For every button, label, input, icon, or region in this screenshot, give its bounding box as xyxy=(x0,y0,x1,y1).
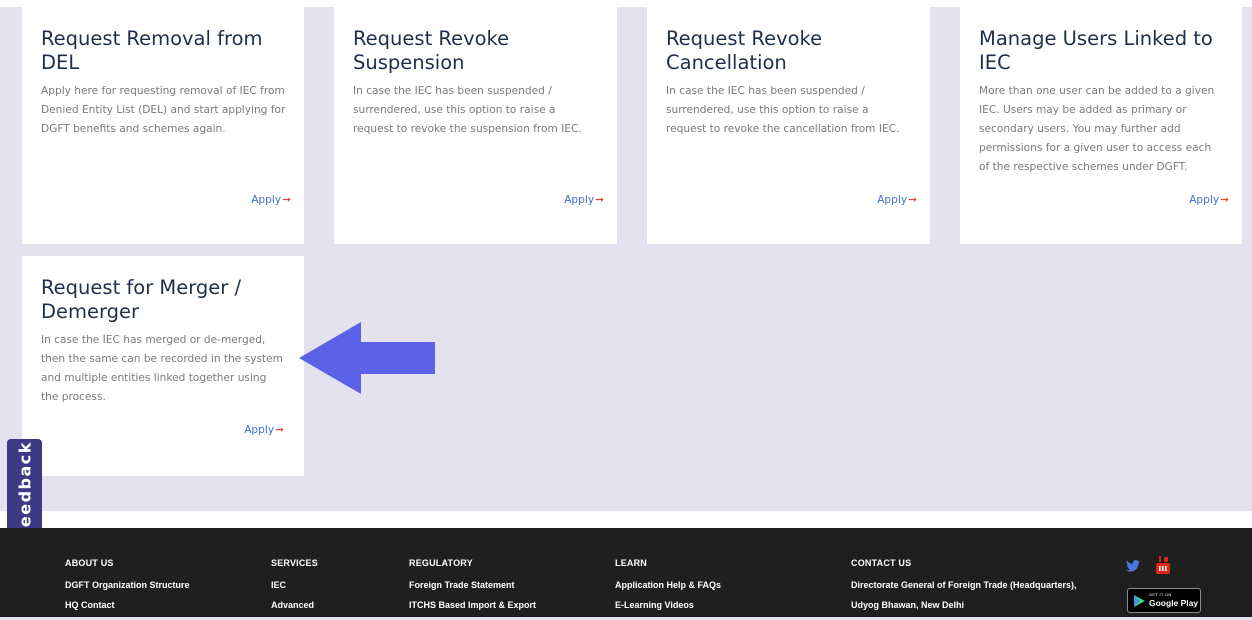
footer-link[interactable]: Advanced xyxy=(271,600,318,610)
page-bottom-strip xyxy=(0,511,1252,528)
card-description: In case the IEC has merged or de-merged,… xyxy=(41,334,283,403)
footer-heading: SERVICES xyxy=(271,558,318,568)
google-play-label: Google Play xyxy=(1149,598,1199,608)
footer: ABOUT US DGFT Organization Structure HQ … xyxy=(0,528,1252,617)
footer-heading: ABOUT US xyxy=(65,558,114,568)
arrow-right-icon: ➞ xyxy=(908,194,917,206)
footer-heading: CONTACT US xyxy=(851,558,912,568)
card-request-for-merger-demerger: Request for Merger / Demerger In case th… xyxy=(22,256,304,476)
card-request-revoke-cancellation: Request Revoke Cancellation In case the … xyxy=(647,7,930,244)
annotation-arrow-left-icon xyxy=(299,322,435,394)
twitter-icon[interactable] xyxy=(1126,560,1140,572)
arrow-right-icon: ➞ xyxy=(275,424,284,436)
footer-link[interactable]: ITCHS Based Import & Export xyxy=(409,600,536,610)
footer-column-regulatory: REGULATORY Foreign Trade Statement ITCHS… xyxy=(409,558,536,620)
card-title: Request Removal from DEL xyxy=(41,27,263,74)
card-description: More than one user can be added to a giv… xyxy=(979,85,1215,173)
apply-label: Apply xyxy=(877,194,908,206)
card-title: Manage Users Linked to IEC xyxy=(979,27,1213,74)
contact-line: Directorate General of Foreign Trade (He… xyxy=(851,580,1077,590)
arrow-right-icon: ➞ xyxy=(1220,194,1229,206)
footer-link[interactable]: Application Help & FAQs xyxy=(615,580,721,590)
card-title: Request for Merger / Demerger xyxy=(41,276,242,323)
apply-link[interactable]: Apply➞ xyxy=(1189,194,1229,206)
apply-label: Apply xyxy=(564,194,595,206)
feedback-tab[interactable]: Feedback xyxy=(7,439,42,540)
apply-link[interactable]: Apply➞ xyxy=(877,194,917,206)
card-manage-users-linked-to-iec: Manage Users Linked to IEC More than one… xyxy=(960,7,1242,244)
top-strip xyxy=(0,0,1252,7)
apply-label: Apply xyxy=(244,424,275,436)
footer-column-about: ABOUT US DGFT Organization Structure HQ … xyxy=(65,558,190,620)
footer-link[interactable]: HQ Contact xyxy=(65,600,190,610)
google-play-badge[interactable]: GET IT ON Google Play xyxy=(1127,588,1201,613)
card-request-removal-from-del: Request Removal from DEL Apply here for … xyxy=(22,7,304,244)
apply-link[interactable]: Apply➞ xyxy=(251,194,291,206)
apply-link[interactable]: Apply➞ xyxy=(564,194,604,206)
google-play-small-text: GET IT ON xyxy=(1149,592,1172,597)
footer-heading: LEARN xyxy=(615,558,647,568)
card-request-revoke-suspension: Request Revoke Suspension In case the IE… xyxy=(334,7,617,244)
card-description: Apply here for requesting removal of IEC… xyxy=(41,85,286,135)
card-description: In case the IEC has been suspended / sur… xyxy=(353,85,582,135)
arrow-right-icon: ➞ xyxy=(282,194,291,206)
card-title: Request Revoke Cancellation xyxy=(666,27,823,74)
footer-heading: REGULATORY xyxy=(409,558,473,568)
footer-column-learn: LEARN Application Help & FAQs E-Learning… xyxy=(615,558,721,620)
youtube-icon[interactable] xyxy=(1156,556,1170,574)
footer-link[interactable]: Foreign Trade Statement xyxy=(409,580,536,590)
apply-label: Apply xyxy=(1189,194,1220,206)
arrow-right-icon: ➞ xyxy=(595,194,604,206)
contact-line: Udyog Bhawan, New Delhi xyxy=(851,600,965,610)
card-description: In case the IEC has been suspended / sur… xyxy=(666,85,900,135)
footer-column-services: SERVICES IEC Advanced xyxy=(271,558,318,620)
feedback-label: Feedback xyxy=(15,440,34,539)
footer-link[interactable]: IEC xyxy=(271,580,318,590)
footer-link[interactable]: E-Learning Videos xyxy=(615,600,721,610)
apply-link[interactable]: Apply➞ xyxy=(244,424,284,436)
footer-link[interactable]: DGFT Organization Structure xyxy=(65,580,190,590)
footer-column-contact: CONTACT US Directorate General of Foreig… xyxy=(851,558,1077,620)
google-play-icon xyxy=(1134,595,1145,607)
apply-label: Apply xyxy=(251,194,282,206)
card-title: Request Revoke Suspension xyxy=(353,27,510,74)
